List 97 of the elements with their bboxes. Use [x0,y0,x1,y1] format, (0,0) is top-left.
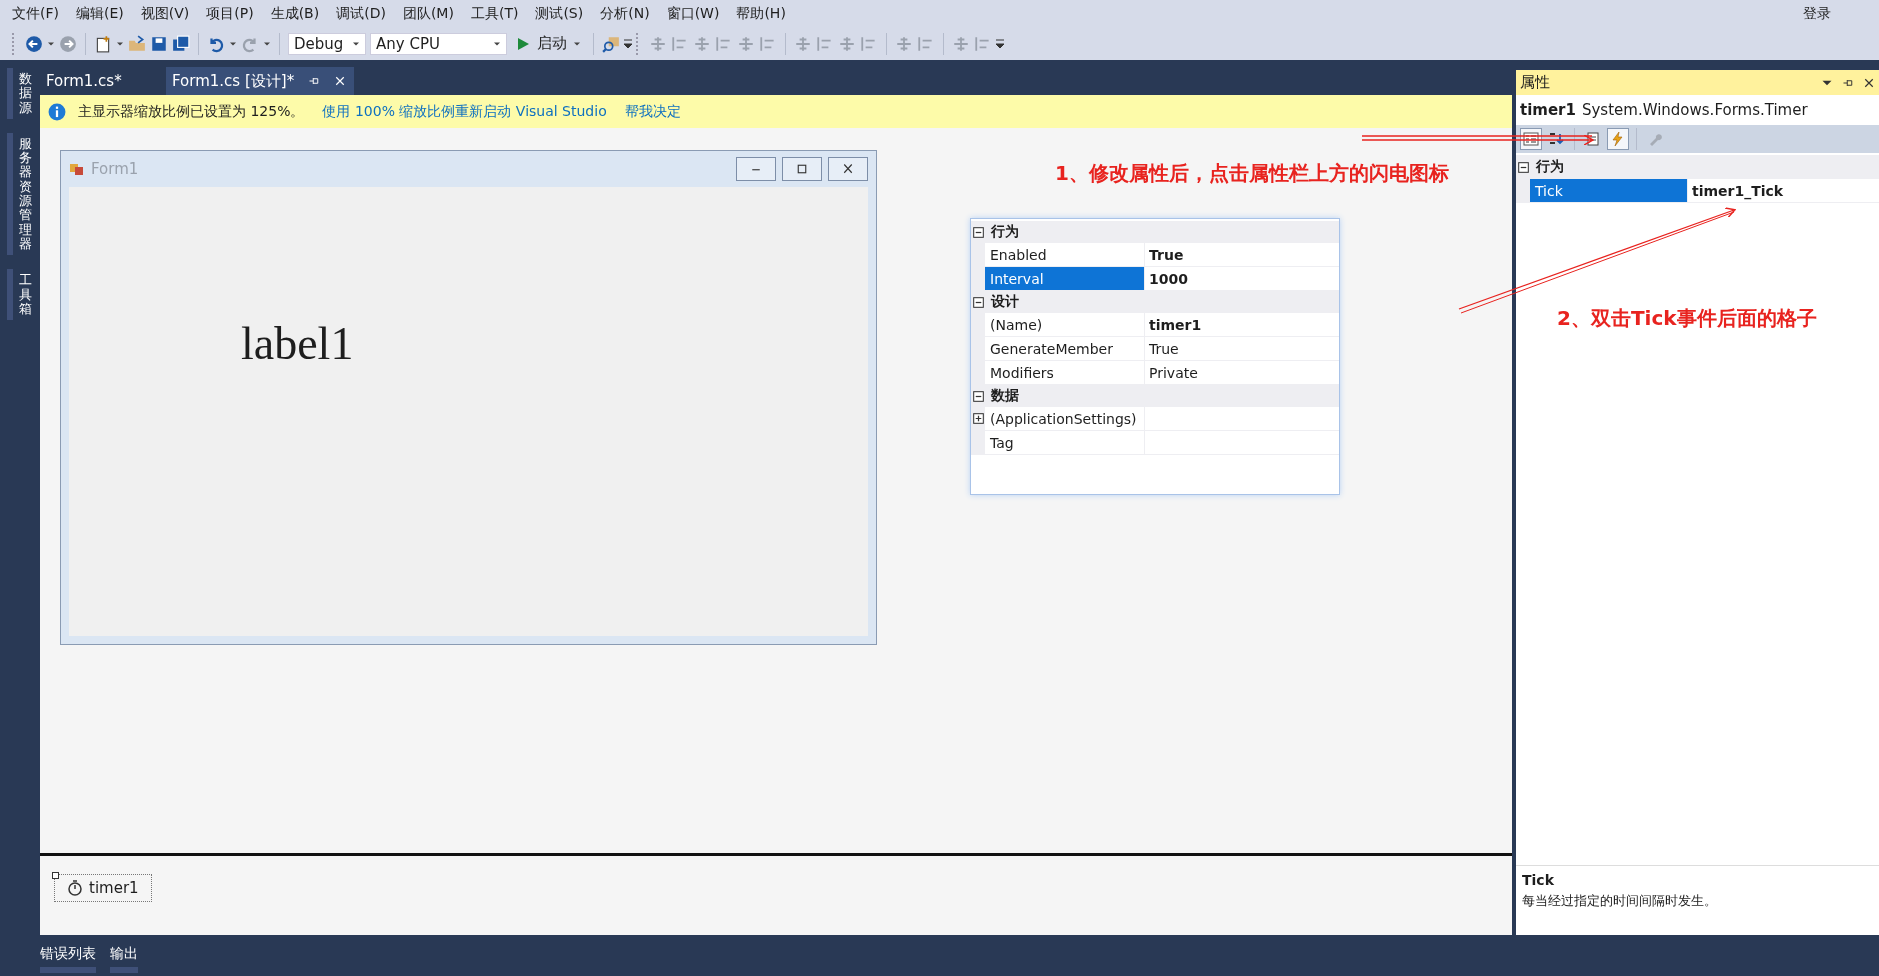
collapse-icon [1517,161,1529,173]
overflow-icon [996,38,1004,49]
form-icon [69,161,85,177]
properties-icon [1585,131,1601,147]
alphabetical-icon [1548,131,1564,147]
close-icon [334,75,347,87]
form-window[interactable]: Form1 label1 [60,150,877,645]
events-button[interactable] [1607,128,1629,150]
maximize-button[interactable] [782,157,822,181]
annotation-text: 1、修改属性后，点击属性栏上方的闪电图标 [1055,160,1449,187]
menu-item[interactable]: 项目(P) [200,4,265,23]
property-value[interactable]: Private [1149,364,1198,381]
category-header[interactable]: 数据 [971,385,1339,407]
overflow-icon [624,38,632,49]
info-link[interactable]: 使用 100% 缩放比例重新启动 Visual Studio [322,102,607,121]
property-row[interactable]: Interval 1000 [971,267,1339,291]
save-icon[interactable] [150,34,168,53]
menu-item[interactable]: 工具(T) [464,4,530,23]
pin-icon [308,75,321,87]
property-row[interactable]: (Name) timer1 [971,313,1339,337]
close-button[interactable] [828,157,868,181]
align-middle-icon[interactable] [737,34,755,53]
document-tab[interactable]: Form1.cs [设计]* [166,67,355,95]
close-icon [1863,76,1875,89]
menu-item[interactable]: 文件(F) [6,4,70,23]
form-title: Form1 [91,160,139,178]
property-name[interactable]: Tick [1530,179,1688,202]
document-tab[interactable]: Form1.cs* [40,67,158,95]
align-right-icon[interactable] [693,34,711,53]
annotation-text: 2、双击Tick事件后面的格子 [1557,305,1817,332]
open-folder-icon[interactable] [128,34,146,53]
object-selector[interactable]: timer1 System.Windows.Forms.Timer [1516,95,1879,125]
menu-item[interactable]: 分析(N) [594,4,661,23]
align-center-icon[interactable] [671,34,689,53]
property-row[interactable]: Enabled True [971,243,1339,267]
back-icon[interactable] [25,34,43,53]
menu-item[interactable]: 调试(D) [330,4,397,23]
property-value[interactable]: timer1 [1149,316,1202,333]
description-text: 每当经过指定的时间间隔时发生。 [1522,892,1718,910]
start-button[interactable]: 启动 [511,34,585,53]
maximize-icon [795,163,809,175]
category-header[interactable]: 行为 [971,221,1339,243]
category-header[interactable]: 设计 [971,291,1339,313]
align-top-icon[interactable] [715,34,733,53]
menu-item[interactable]: 团队(M) [396,4,465,23]
menu-item[interactable]: 帮助(H) [730,4,797,23]
align-bottom-icon[interactable] [759,34,777,53]
new-project-icon[interactable] [94,34,112,53]
vertical-spacing-icon[interactable] [895,34,913,53]
panel-tab[interactable]: 输出 [110,939,138,973]
collapse-icon [972,390,984,402]
selection-handle[interactable] [52,872,59,879]
menu-item[interactable]: 生成(B) [264,4,331,23]
collapse-icon [972,296,984,308]
property-row[interactable]: GenerateMember True [971,337,1339,361]
description-title: Tick [1522,872,1555,888]
property-row[interactable]: (ApplicationSettings) [971,407,1339,431]
size-icon[interactable] [838,34,856,53]
forward-icon[interactable] [59,34,77,53]
horizontal-spacing-icon[interactable] [917,34,935,53]
minimize-button[interactable] [736,157,776,181]
property-value[interactable]: True [1149,340,1179,357]
align-left-icon[interactable] [649,34,667,53]
category-header[interactable]: 行为 [1516,155,1879,179]
property-row[interactable]: Tick timer1_Tick [1516,179,1879,203]
send-back-icon[interactable] [974,34,992,53]
property-row[interactable]: Modifiers Private [971,361,1339,385]
form-label[interactable]: label1 [241,317,354,370]
property-row[interactable]: Tag [971,431,1339,455]
save-all-icon[interactable] [172,34,190,53]
menu-item[interactable]: 视图(V) [134,4,201,23]
events-icon [1610,131,1626,147]
menu-item[interactable]: 编辑(E) [70,4,135,23]
platform-dropdown[interactable]: Any CPU [370,32,507,55]
property-value[interactable]: True [1149,246,1184,263]
find-icon[interactable] [602,34,620,53]
property-value[interactable]: timer1_Tick [1692,182,1784,199]
collapse-icon [972,226,984,238]
info-message: 主显示器缩放比例已设置为 125%。 [78,102,305,121]
panel-title: 属性 [1520,73,1550,92]
stopwatch-icon [67,880,83,896]
panel-tab[interactable]: 错误列表 [40,939,96,973]
sign-in-link[interactable]: 登录 [1803,4,1831,23]
menu-item[interactable]: 测试(S) [529,4,595,23]
property-name[interactable]: Interval [985,267,1145,290]
configuration-dropdown[interactable]: Debug [288,32,366,55]
play-icon [515,35,531,52]
bring-front-icon[interactable] [952,34,970,53]
grid-icon[interactable] [860,34,878,53]
menu-item[interactable]: 窗口(W) [660,4,731,23]
property-value[interactable]: 1000 [1149,270,1188,287]
timer-component[interactable]: timer1 [54,874,152,902]
info-icon [48,102,66,121]
close-icon [841,163,855,175]
spacing-icon[interactable] [794,34,812,53]
height-icon[interactable] [816,34,834,53]
info-link[interactable]: 帮我决定 [624,102,681,121]
